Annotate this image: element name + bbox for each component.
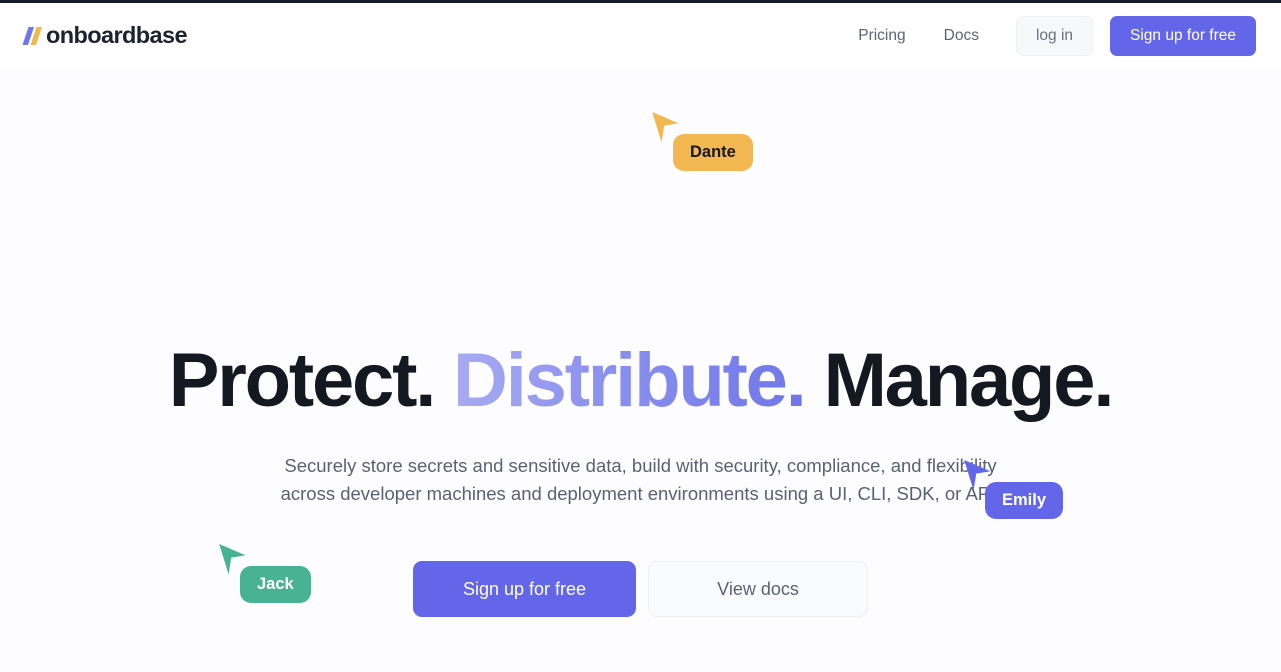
nav-link-pricing[interactable]: Pricing <box>841 18 922 54</box>
site-header: onboardbase Pricing Docs log in Sign up … <box>0 3 1281 69</box>
cursor-label-jack: Jack <box>240 566 311 603</box>
main-navigation: Pricing Docs log in Sign up for free <box>841 15 1256 57</box>
double-slash-logo-icon <box>22 27 42 45</box>
view-docs-button[interactable]: View docs <box>648 561 868 617</box>
headline-part-distribute: Distribute. <box>453 338 807 423</box>
top-accent-strip <box>0 0 1281 3</box>
cursor-label-emily: Emily <box>985 482 1064 519</box>
headline-part-protect: Protect. <box>168 338 437 423</box>
headline-part-manage: Manage. <box>823 338 1115 423</box>
login-button[interactable]: log in <box>1015 15 1094 57</box>
signup-button-hero[interactable]: Sign up for free <box>413 561 636 617</box>
hero-cta-row: Sign up for free View docs <box>0 561 1281 617</box>
hero-section: Protect. Distribute. Manage. Securely st… <box>0 69 1281 672</box>
signup-button-header[interactable]: Sign up for free <box>1110 15 1256 57</box>
brand-name: onboardbase <box>46 22 188 49</box>
hero-subtitle-line-1: Securely store secrets and sensitive dat… <box>284 455 997 476</box>
nav-link-docs[interactable]: Docs <box>927 18 996 54</box>
hero-subtitle: Securely store secrets and sensitive dat… <box>191 452 1091 508</box>
cursor-label-dante: Dante <box>673 134 753 171</box>
hero-subtitle-line-2: across developer machines and deployment… <box>280 483 1001 504</box>
page-title: Protect. Distribute. Manage. <box>0 343 1281 419</box>
brand-logo[interactable]: onboardbase <box>22 19 188 53</box>
